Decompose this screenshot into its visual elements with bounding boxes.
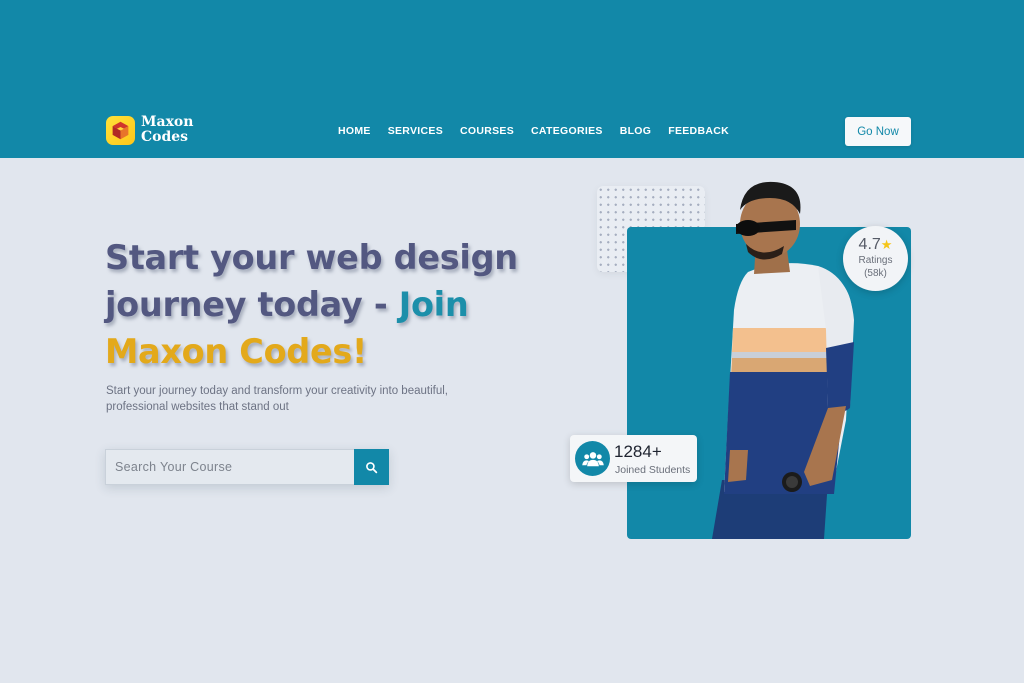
- hero-title-brand: Maxon Codes!: [105, 332, 367, 371]
- rating-value-row: 4.7★: [843, 235, 908, 254]
- search-icon: [366, 461, 378, 473]
- brand-name-line1: Maxon: [141, 114, 194, 130]
- students-count: 1284+: [614, 442, 662, 461]
- nav-services[interactable]: SERVICES: [388, 125, 443, 139]
- brand-name-line2: Codes: [141, 129, 189, 145]
- nav-courses[interactable]: COURSES: [460, 125, 514, 139]
- students-card: 1284+ Joined Students: [570, 435, 697, 482]
- students-label: Joined Students: [615, 464, 691, 476]
- users-icon: [575, 441, 610, 476]
- rating-value: 4.7: [858, 236, 881, 253]
- rating-count: (58k): [864, 268, 887, 279]
- cube-logo-icon: [106, 115, 135, 145]
- hero-subtitle: Start your journey today and transform y…: [106, 385, 448, 413]
- search-input[interactable]: [105, 449, 354, 485]
- main-nav: HOME SERVICES COURSES CATEGORIES BLOG FE…: [338, 125, 729, 139]
- course-search: [105, 449, 389, 485]
- brand-name: Maxon Codes: [141, 115, 193, 145]
- search-button[interactable]: [354, 449, 389, 485]
- go-now-button[interactable]: Go Now: [845, 117, 911, 146]
- nav-feedback[interactable]: FEEDBACK: [668, 125, 729, 139]
- nav-categories[interactable]: CATEGORIES: [531, 125, 603, 139]
- nav-blog[interactable]: BLOG: [620, 125, 652, 139]
- instructor-photo: [712, 181, 854, 539]
- nav-home[interactable]: HOME: [338, 125, 371, 139]
- rating-label: Ratings: [858, 255, 893, 266]
- rating-badge: 4.7★ Ratings (58k): [843, 226, 908, 291]
- hero-title: Start your web design journey today - Jo…: [105, 234, 525, 375]
- star-icon: ★: [880, 237, 893, 252]
- hero-title-join: Join: [398, 285, 469, 324]
- brand-logo[interactable]: Maxon Codes: [106, 114, 193, 146]
